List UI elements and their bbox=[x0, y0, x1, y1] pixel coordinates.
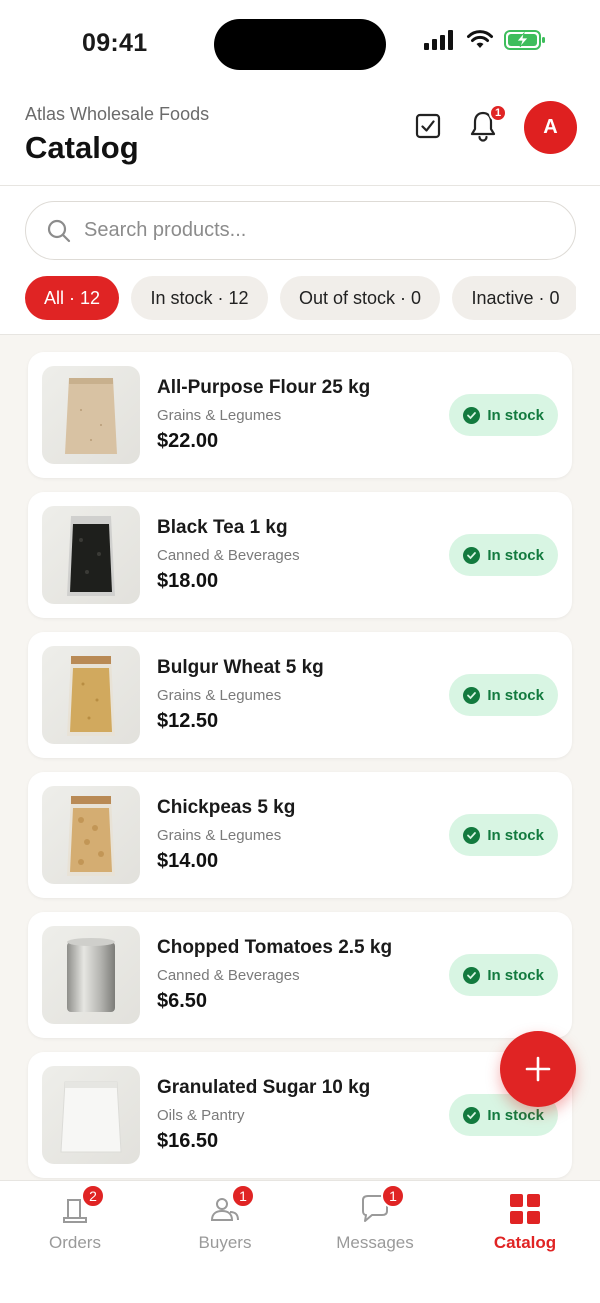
product-card[interactable]: All-Purpose Flour 25 kg Grains & Legumes… bbox=[28, 352, 572, 478]
notifications-button[interactable]: 1 bbox=[465, 104, 507, 144]
bottom-nav: 2 Orders 1 Buyers 1 Messages Catalog bbox=[0, 1180, 600, 1303]
status-label: In stock bbox=[487, 406, 544, 424]
product-name: Chopped Tomatoes 2.5 kg bbox=[157, 937, 393, 958]
product-card[interactable]: Black Tea 1 kg Canned & Beverages $18.00… bbox=[28, 492, 572, 618]
messages-icon: 1 bbox=[357, 1184, 405, 1227]
app-header: Atlas Wholesale Foods Catalog 1 A bbox=[0, 90, 600, 186]
product-category: Canned & Beverages bbox=[157, 547, 300, 564]
product-price: $22.00 bbox=[157, 430, 219, 452]
product-image-tin-can bbox=[42, 926, 140, 1024]
nav-catalog[interactable]: Catalog bbox=[450, 1191, 600, 1253]
product-image-bulgur-bag bbox=[42, 646, 140, 744]
product-card[interactable]: Chopped Tomatoes 2.5 kg Canned & Beverag… bbox=[28, 912, 572, 1038]
notification-badge: 1 bbox=[489, 104, 507, 122]
status-label: In stock bbox=[487, 966, 544, 984]
product-category: Grains & Legumes bbox=[157, 687, 282, 704]
dynamic-island bbox=[214, 19, 386, 70]
product-name: Granulated Sugar 10 kg bbox=[157, 1077, 371, 1098]
product-image-tea-bag bbox=[42, 506, 140, 604]
check-circle-icon bbox=[463, 1106, 481, 1124]
search-icon bbox=[47, 219, 71, 242]
nav-badge: 1 bbox=[381, 1184, 405, 1208]
status-badge: In stock bbox=[449, 814, 558, 856]
nav-buyers[interactable]: 1 Buyers bbox=[150, 1184, 300, 1253]
plus-icon bbox=[525, 1056, 551, 1082]
product-price: $16.50 bbox=[157, 1130, 219, 1152]
search-box[interactable] bbox=[25, 201, 576, 260]
orders-icon: 2 bbox=[57, 1184, 105, 1227]
battery-charging-icon bbox=[504, 30, 545, 50]
product-price: $6.50 bbox=[157, 990, 208, 1012]
nav-label: Messages bbox=[336, 1233, 414, 1252]
filter-chip-out-of-stock[interactable]: Out of stock · 0 bbox=[279, 276, 441, 320]
nav-label: Buyers bbox=[198, 1233, 252, 1252]
avatar[interactable]: A bbox=[524, 101, 577, 154]
checkbox-icon bbox=[415, 113, 441, 139]
product-card[interactable]: Chickpeas 5 kg Grains & Legumes $14.00 I… bbox=[28, 772, 572, 898]
wifi-icon bbox=[467, 30, 493, 48]
product-card[interactable]: Bulgur Wheat 5 kg Grains & Legumes $12.5… bbox=[28, 632, 572, 758]
search-input[interactable] bbox=[84, 219, 524, 242]
status-bar: 09:41 bbox=[0, 0, 600, 90]
nav-badge: 1 bbox=[231, 1184, 255, 1208]
product-category: Grains & Legumes bbox=[157, 407, 282, 424]
product-name: Chickpeas 5 kg bbox=[157, 797, 296, 818]
search-filter-area: All · 12 In stock · 12 Out of stock · 0 … bbox=[0, 186, 600, 335]
nav-label: Catalog bbox=[493, 1233, 557, 1252]
status-label: In stock bbox=[487, 686, 544, 704]
status-badge: In stock bbox=[449, 954, 558, 996]
filter-chips: All · 12 In stock · 12 Out of stock · 0 … bbox=[25, 276, 576, 320]
nav-messages[interactable]: 1 Messages bbox=[300, 1184, 450, 1253]
check-circle-icon bbox=[463, 546, 481, 564]
product-card[interactable]: Granulated Sugar 10 kg Oils & Pantry $16… bbox=[28, 1052, 572, 1178]
signal-icon bbox=[424, 30, 453, 50]
status-icons bbox=[424, 30, 546, 50]
product-image-flour-sack bbox=[42, 366, 140, 464]
product-name: Black Tea 1 kg bbox=[157, 517, 288, 538]
product-price: $14.00 bbox=[157, 850, 219, 872]
nav-badge: 2 bbox=[81, 1184, 105, 1208]
add-product-button[interactable] bbox=[500, 1031, 576, 1107]
nav-orders[interactable]: 2 Orders bbox=[0, 1184, 150, 1253]
nav-label: Orders bbox=[49, 1233, 101, 1252]
status-badge: In stock bbox=[449, 394, 558, 436]
product-image-sugar-sack bbox=[42, 1066, 140, 1164]
product-category: Canned & Beverages bbox=[157, 967, 300, 984]
status-badge: In stock bbox=[449, 674, 558, 716]
status-time: 09:41 bbox=[82, 29, 148, 57]
check-circle-icon bbox=[463, 406, 481, 424]
select-mode-button[interactable] bbox=[410, 108, 446, 144]
catalog-grid-icon bbox=[507, 1191, 543, 1227]
product-image-chickpea-bag bbox=[42, 786, 140, 884]
product-category: Oils & Pantry bbox=[157, 1107, 245, 1124]
check-circle-icon bbox=[463, 966, 481, 984]
product-price: $18.00 bbox=[157, 570, 219, 592]
status-badge: In stock bbox=[449, 534, 558, 576]
filter-chip-inactive[interactable]: Inactive · 0 bbox=[452, 276, 576, 320]
status-label: In stock bbox=[487, 546, 544, 564]
status-label: In stock bbox=[487, 826, 544, 844]
company-name: Atlas Wholesale Foods bbox=[25, 104, 210, 124]
filter-chip-all[interactable]: All · 12 bbox=[25, 276, 120, 320]
filter-chip-in-stock[interactable]: In stock · 12 bbox=[131, 276, 268, 320]
page-title: Catalog bbox=[25, 130, 139, 165]
product-price: $12.50 bbox=[157, 710, 219, 732]
product-name: Bulgur Wheat 5 kg bbox=[157, 657, 324, 678]
status-label: In stock bbox=[487, 1106, 544, 1124]
product-category: Grains & Legumes bbox=[157, 827, 282, 844]
check-circle-icon bbox=[463, 826, 481, 844]
product-name: All-Purpose Flour 25 kg bbox=[157, 377, 371, 398]
buyers-icon: 1 bbox=[207, 1184, 255, 1227]
check-circle-icon bbox=[463, 686, 481, 704]
